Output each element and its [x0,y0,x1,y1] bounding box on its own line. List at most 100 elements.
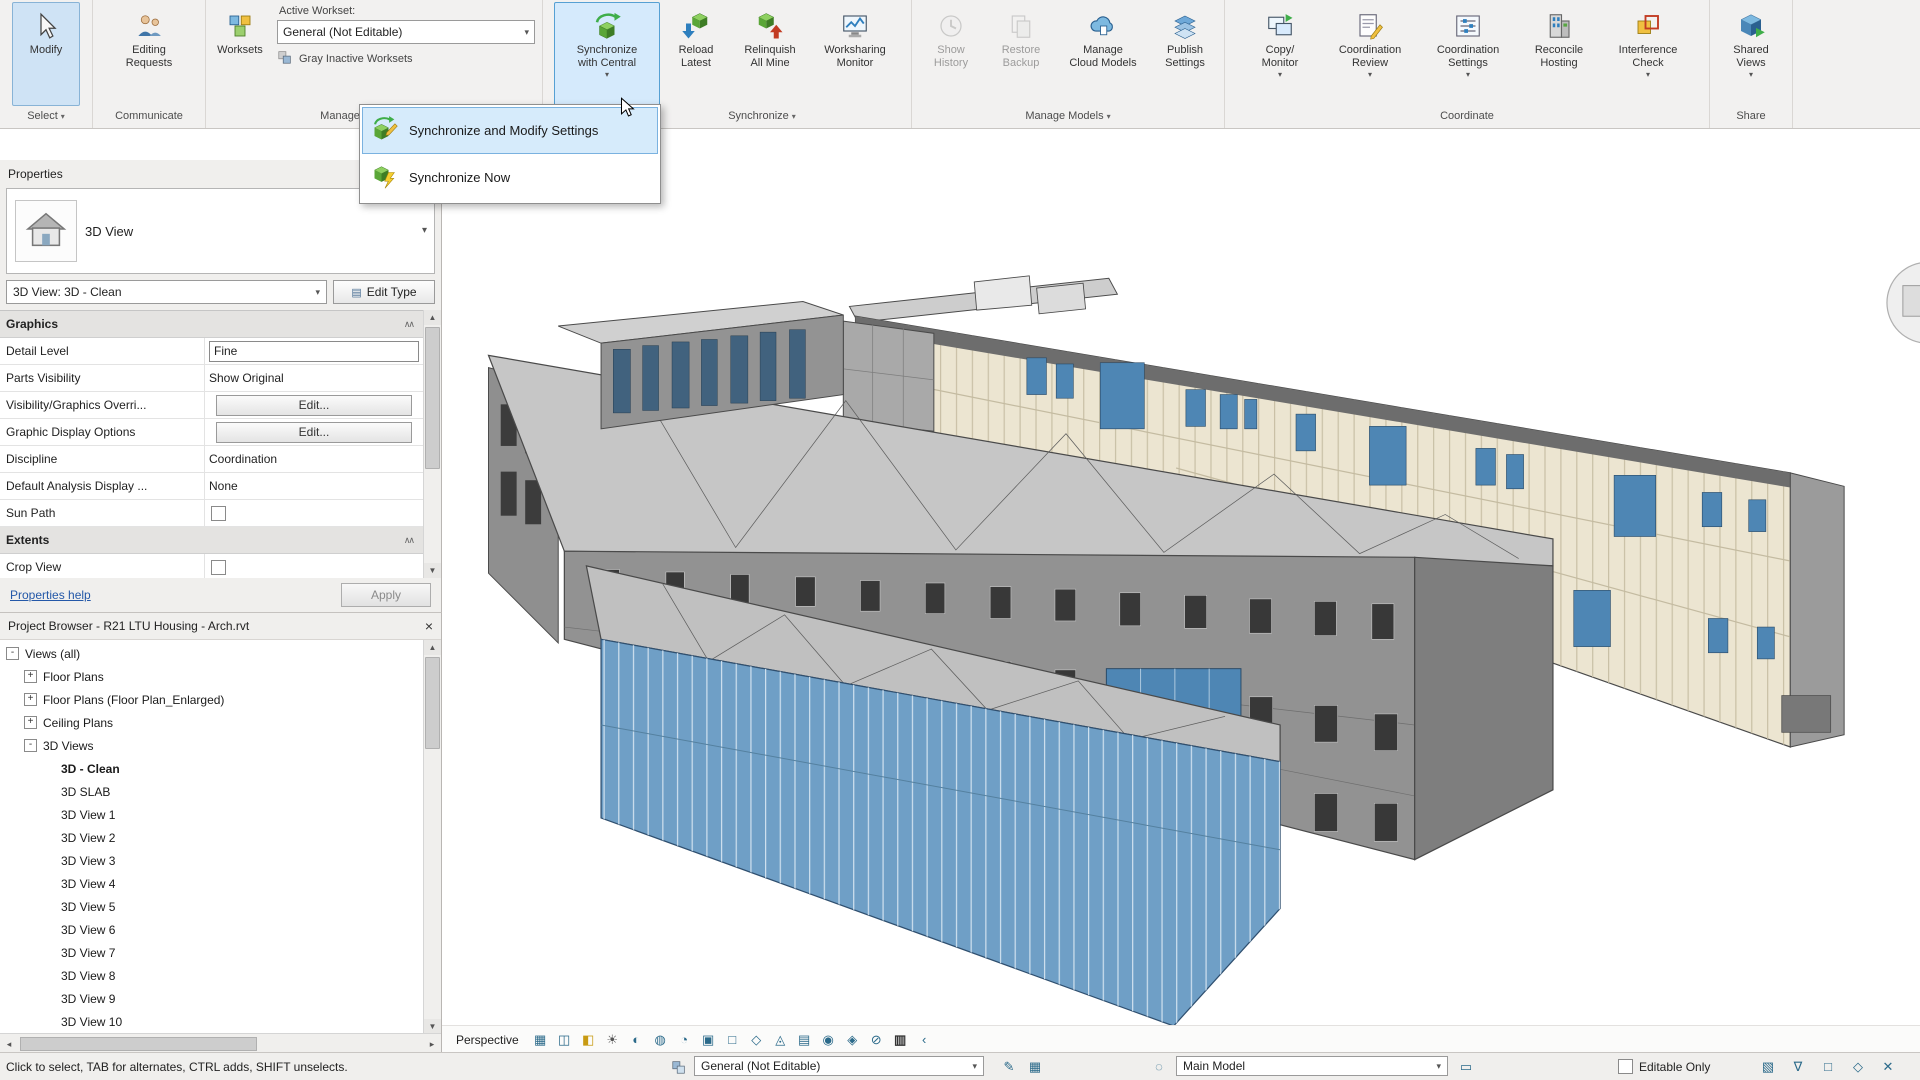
scroll-up-icon[interactable]: ▲ [424,640,441,655]
tree-item[interactable]: Views (all) [0,642,423,665]
chevron-down-icon[interactable]: ▾ [1646,71,1650,79]
active-workset-status-dropdown[interactable]: General (Not Editable)▾ [694,1056,984,1076]
tree-item[interactable]: 3D Views [0,734,423,757]
section-header-extents[interactable]: Extents∧∧ [0,527,423,554]
editing-requests-button[interactable]: Editing Requests [115,2,183,106]
filter-icon[interactable]: ∇ [1787,1053,1809,1080]
chevron-down-icon[interactable]: ▾ [1466,71,1470,79]
browser-horizontal-scrollbar[interactable]: ◂ ▸ [0,1033,441,1054]
render-icon[interactable]: ◔ [673,1029,696,1050]
worksharing-monitor-button[interactable]: Worksharing Monitor [810,2,900,106]
chevron-down-icon[interactable]: ▾ [422,225,427,236]
coordination-review-button[interactable]: Coordination Review ▾ [1322,2,1418,106]
scroll-thumb[interactable] [425,657,440,749]
worksharing-display-status-icon[interactable]: ▦ [1024,1053,1046,1080]
reconcile-hosting-button[interactable]: Reconcile Hosting [1518,2,1600,106]
tree-item[interactable]: 3D View 4 [0,872,423,895]
collapse-section-icon[interactable]: ∧∧ [404,319,413,330]
editing-requests-status-icon[interactable]: ✎ [998,1053,1020,1080]
design-option-dropdown[interactable]: Main Model▾ [1176,1056,1448,1076]
worksharing-display-toggle-icon[interactable]: ▧ [1757,1053,1779,1080]
gray-inactive-worksets-toggle[interactable]: Gray Inactive Worksets [277,49,535,68]
default-analysis-value[interactable]: None [209,479,238,493]
chevron-down-icon[interactable]: ▾ [605,71,609,79]
relinquish-all-mine-button[interactable]: Relinquish All Mine [732,2,808,106]
select-underlay-icon[interactable]: □ [1817,1053,1839,1080]
visibility-graphics-edit-button[interactable]: Edit... [216,395,411,416]
temporary-hide-icon[interactable]: ▤ [793,1029,816,1050]
tree-item[interactable]: 3D View 3 [0,849,423,872]
apply-button[interactable]: Apply [341,583,431,607]
collapse-section-icon[interactable]: ∧∧ [404,535,413,546]
crop-view-checkbox[interactable] [211,560,226,575]
chevron-down-icon[interactable]: ▾ [1749,71,1753,79]
browser-scrollbar[interactable]: ▲ ▼ [423,640,441,1034]
section-header-graphics[interactable]: Graphics∧∧ [0,311,423,338]
temporary-isolate-icon[interactable]: ◬ [769,1029,792,1050]
sun-path-checkbox[interactable] [211,506,226,521]
graphic-display-options-edit-button[interactable]: Edit... [216,422,411,443]
editable-only-checkbox[interactable] [1618,1059,1633,1074]
scroll-thumb[interactable] [425,327,440,469]
tree-item[interactable]: 3D SLAB [0,780,423,803]
view-scale-icon[interactable]: ▦ [529,1029,552,1050]
model-canvas[interactable] [442,129,1920,1026]
properties-help-link[interactable]: Properties help [10,588,91,602]
tree-item[interactable]: Ceiling Plans [0,711,423,734]
collapse-bar-icon[interactable]: ‹ [913,1029,936,1050]
lock-view-icon[interactable]: ◇ [745,1029,768,1050]
tree-item[interactable]: 3D View 5 [0,895,423,918]
menu-item-synchronize-now[interactable]: Synchronize Now [362,154,658,201]
scroll-left-icon[interactable]: ◂ [0,1039,18,1050]
reload-latest-button[interactable]: Reload Latest [662,2,730,106]
tree-item[interactable]: Floor Plans (Floor Plan_Enlarged) [0,688,423,711]
interference-check-button[interactable]: Interference Check ▾ [1602,2,1694,106]
exclude-options-icon[interactable]: ▭ [1455,1053,1477,1080]
scroll-up-icon[interactable]: ▲ [424,310,441,325]
scroll-right-icon[interactable]: ▸ [423,1039,441,1050]
manage-cloud-models-button[interactable]: Manage Cloud Models [1057,2,1149,106]
tree-expander-icon[interactable] [24,716,37,729]
tree-expander-icon[interactable] [6,647,19,660]
shared-views-button[interactable]: Shared Views ▾ [1715,2,1787,106]
tree-item[interactable]: 3D View 9 [0,987,423,1010]
chevron-down-icon[interactable]: ▾ [1278,71,1282,79]
tree-item[interactable]: 3D View 7 [0,941,423,964]
worksets-button[interactable]: Worksets [209,2,271,106]
tree-item[interactable]: Floor Plans [0,665,423,688]
reveal-hidden-icon[interactable]: ◉ [817,1029,840,1050]
coordination-settings-button[interactable]: Coordination Settings ▾ [1420,2,1516,106]
tree-item[interactable]: 3D View 2 [0,826,423,849]
properties-toggle-icon[interactable]: ▥ [889,1029,912,1050]
active-workset-dropdown[interactable]: General (Not Editable)▾ [277,20,535,44]
copy-monitor-button[interactable]: Copy/ Monitor ▾ [1240,2,1320,106]
detail-level-icon[interactable]: ◫ [553,1029,576,1050]
drag-elements-icon[interactable]: ✕ [1877,1053,1899,1080]
parts-visibility-value[interactable]: Show Original [209,371,284,385]
detail-level-value[interactable]: Fine [209,341,419,362]
scroll-down-icon[interactable]: ▼ [424,1019,441,1034]
worksets-status-icon[interactable] [668,1053,690,1080]
tree-expander-icon[interactable] [24,670,37,683]
sun-settings-icon[interactable]: ☀ [601,1029,624,1050]
edit-type-button[interactable]: ▤ Edit Type [333,280,435,304]
tree-item[interactable]: 3D View 10 [0,1010,423,1033]
synchronize-with-central-button[interactable]: Synchronize with Central ▾ [554,2,660,106]
tree-item[interactable]: 3D View 1 [0,803,423,826]
shadows-icon[interactable]: ◐ [625,1029,648,1050]
ribbon-group-label-manage-models[interactable]: Manage Models▾ [912,104,1224,128]
close-icon[interactable]: × [425,619,433,633]
tree-item[interactable]: 3D View 8 [0,964,423,987]
publish-settings-button[interactable]: Publish Settings [1151,2,1219,106]
crop-view-icon[interactable]: ▣ [697,1029,720,1050]
ribbon-group-label-select[interactable]: Select▾ [0,104,92,128]
tree-expander-icon[interactable] [24,739,37,752]
viewcube[interactable] [1887,262,1920,343]
tree-item[interactable]: 3D - Clean [0,757,423,780]
design-options-icon[interactable]: ◌ [1148,1053,1170,1080]
menu-item-synchronize-and-modify-settings[interactable]: Synchronize and Modify Settings [362,107,658,154]
select-pinned-icon[interactable]: ◇ [1847,1053,1869,1080]
view-selector-dropdown[interactable]: 3D View: 3D - Clean▾ [6,280,327,304]
reveal-constraints-icon[interactable]: ⊘ [865,1029,888,1050]
tree-expander-icon[interactable] [24,693,37,706]
